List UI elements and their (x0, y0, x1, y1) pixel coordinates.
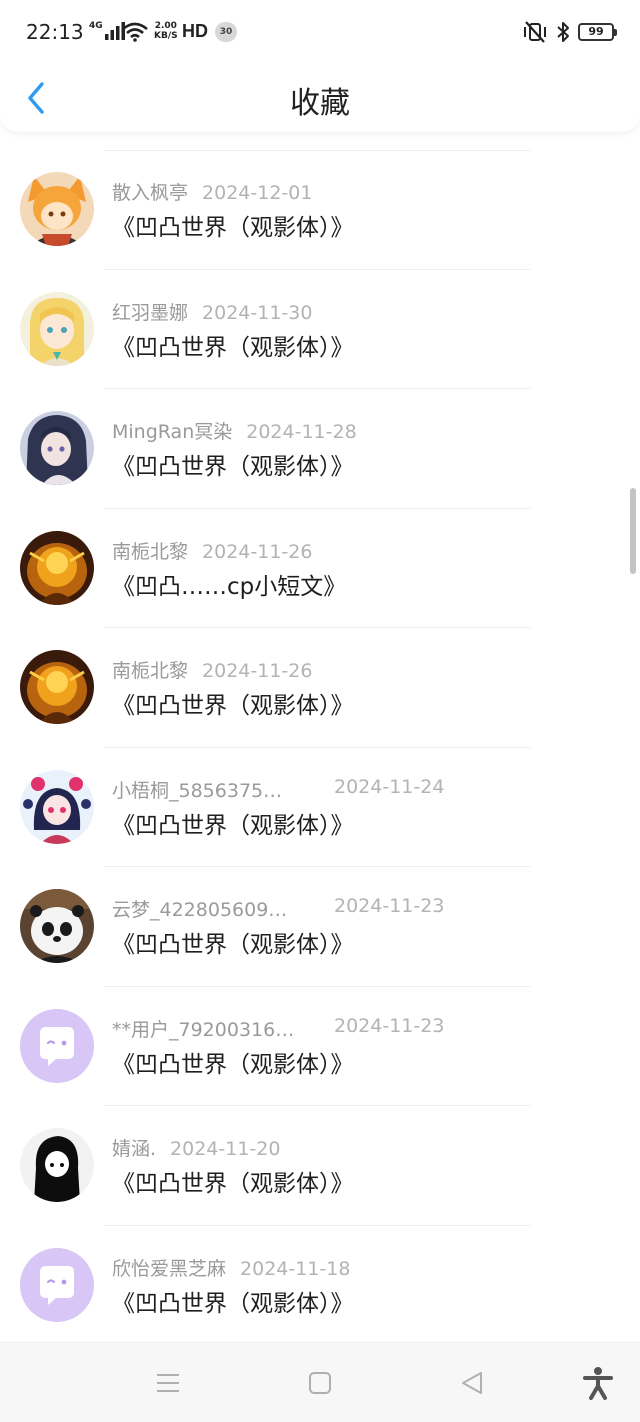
date: 2024-11-18 (240, 1257, 351, 1280)
back-triangle-icon (462, 1372, 482, 1394)
item-meta: 欣怡爱黑芝麻 2024-11-18 (112, 1254, 350, 1280)
status-time: 22:13 (26, 20, 84, 44)
status-bar: 22:13 4G 2.00 KB/S HD 30 99 (0, 0, 640, 64)
signal-icon: 4G (89, 19, 126, 43)
work-title[interactable]: 《凹凸世界（观影体）》 (112, 447, 354, 481)
avatar[interactable] (20, 889, 94, 963)
item-meta: 小梧桐_5856375… 2024-11-24 (112, 776, 444, 802)
vibrate-off-icon (524, 21, 546, 43)
list-item[interactable]: MingRan冥染 2024-11-28 《凹凸世界（观影体）》 (0, 389, 640, 509)
username: 婧涵. (112, 1138, 157, 1160)
username: **用户_79200316… (112, 1018, 295, 1041)
work-title[interactable]: 《凹凸世界（观影体）》 (112, 328, 354, 362)
item-meta: 南栀北黎 2024-11-26 (112, 537, 312, 563)
battery-icon: 99 (578, 23, 617, 41)
avatar[interactable] (20, 650, 94, 724)
date: 2024-11-20 (170, 1138, 281, 1160)
username: 南栀北黎 (112, 660, 189, 682)
work-title[interactable]: 《凹凸世界（观影体）》 (112, 208, 354, 242)
username: 南栀北黎 (112, 540, 189, 563)
list-item[interactable]: 散入枫亭 2024-12-01 《凹凸世界（观影体）》 (0, 150, 640, 270)
work-title[interactable]: 《凹凸世界（观影体）》 (112, 1284, 354, 1318)
avatar[interactable] (20, 411, 94, 485)
status-right-icons: 99 (522, 20, 617, 44)
username: 红羽墨娜 (112, 301, 189, 324)
item-meta: 云梦_422805609… 2024-11-23 (112, 895, 444, 921)
date: 2024-11-23 (334, 1014, 445, 1037)
avatar[interactable] (20, 769, 94, 844)
favorites-list: 散入枫亭 2024-12-01 《凹凸世界（观影体）》 红羽墨娜 2024-11… (0, 150, 640, 1345)
favorites-screen: 22:13 4G 2.00 KB/S HD 30 99 收藏 散入枫亭 2024… (0, 0, 640, 1422)
scrollbar[interactable] (630, 488, 636, 574)
username: 小梧桐_5856375… (112, 779, 283, 802)
home-button[interactable] (302, 1365, 338, 1401)
menu-icon (157, 1374, 179, 1392)
battery-level: 99 (588, 25, 604, 38)
list-item[interactable]: 婧涵. 2024-11-20 《凹凸世界（观影体）》 (0, 1106, 640, 1226)
list-item[interactable]: **用户_79200316… 2024-11-23 《凹凸世界（观影体）》 (0, 987, 640, 1106)
list-item[interactable]: 红羽墨娜 2024-11-30 《凹凸世界（观影体）》 (0, 270, 640, 389)
back-nav-button[interactable] (454, 1365, 490, 1401)
accessibility-icon (583, 1367, 613, 1400)
notification-count-badge: 30 (215, 22, 237, 42)
list-item[interactable]: 小梧桐_5856375… 2024-11-24 《凹凸世界（观影体）》 (0, 748, 640, 867)
list-item[interactable]: 欣怡爱黑芝麻 2024-11-18 《凹凸世界（观影体）》 (0, 1226, 640, 1346)
network-speed: 2.00 KB/S (154, 21, 178, 41)
username: MingRan冥染 (112, 421, 233, 443)
work-title[interactable]: 《凹凸世界（观影体）》 (112, 686, 354, 720)
avatar[interactable] (20, 1247, 94, 1322)
nav-header: 收藏 (0, 64, 640, 132)
avatar[interactable] (20, 291, 94, 366)
date: 2024-12-01 (202, 182, 313, 204)
page-title: 收藏 (290, 86, 350, 121)
item-meta: 婧涵. 2024-11-20 (112, 1134, 280, 1160)
work-title[interactable]: 《凹凸世界（观影体）》 (112, 806, 354, 840)
item-meta: MingRan冥染 2024-11-28 (112, 417, 357, 443)
accessibility-button[interactable] (580, 1365, 616, 1401)
avatar[interactable] (20, 1128, 94, 1202)
date: 2024-11-28 (246, 421, 357, 443)
item-meta: 南栀北黎 2024-11-26 (112, 656, 312, 682)
date: 2024-11-24 (334, 775, 445, 798)
item-meta: 红羽墨娜 2024-11-30 (112, 298, 312, 324)
list-item[interactable]: 南栀北黎 2024-11-26 《凹凸……cp小短文》 (0, 509, 640, 628)
list-item[interactable]: 南栀北黎 2024-11-26 《凹凸世界（观影体）》 (0, 628, 640, 748)
menu-button[interactable] (150, 1365, 186, 1401)
date: 2024-11-26 (202, 540, 313, 563)
wifi-icon (122, 22, 148, 42)
username: 云梦_422805609… (112, 899, 288, 921)
item-meta: 散入枫亭 2024-12-01 (112, 178, 312, 204)
avatar[interactable] (20, 172, 94, 246)
system-nav-bar (0, 1342, 640, 1422)
network-type: 4G (89, 21, 103, 31)
avatar[interactable] (20, 1008, 94, 1083)
list-item[interactable]: 云梦_422805609… 2024-11-23 《凹凸世界（观影体）》 (0, 867, 640, 987)
username: 散入枫亭 (112, 182, 189, 204)
bluetooth-icon (557, 22, 569, 42)
header-card: 22:13 4G 2.00 KB/S HD 30 99 收藏 (0, 0, 640, 132)
date: 2024-11-26 (202, 660, 313, 682)
date: 2024-11-30 (202, 301, 313, 324)
item-meta: **用户_79200316… 2024-11-23 (112, 1015, 444, 1041)
work-title[interactable]: 《凹凸……cp小短文》 (112, 567, 346, 601)
date: 2024-11-23 (334, 895, 445, 917)
work-title[interactable]: 《凹凸世界（观影体）》 (112, 1164, 354, 1198)
home-square-icon (309, 1372, 331, 1394)
username: 欣怡爱黑芝麻 (112, 1257, 227, 1280)
avatar[interactable] (20, 530, 94, 605)
work-title[interactable]: 《凹凸世界（观影体）》 (112, 1045, 354, 1079)
work-title[interactable]: 《凹凸世界（观影体）》 (112, 925, 354, 959)
hd-label: HD (182, 21, 208, 41)
